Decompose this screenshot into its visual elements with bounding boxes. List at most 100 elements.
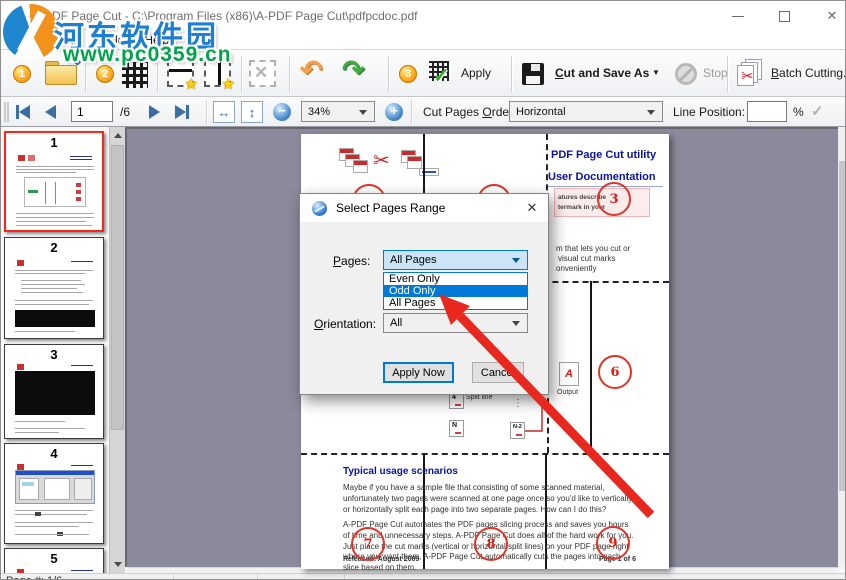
- maximize-button[interactable]: [761, 1, 807, 31]
- cancel-button[interactable]: Cancel: [472, 362, 524, 383]
- last-page-button[interactable]: [175, 102, 189, 121]
- cut-and-save-button[interactable]: Cut and Save As: [555, 66, 649, 80]
- apply-now-button[interactable]: Apply Now: [383, 362, 454, 383]
- thumbnail-code-block: [15, 310, 95, 327]
- diagram-page-n: N: [449, 420, 464, 437]
- callout-circle-7: 7: [351, 527, 385, 561]
- page-total-label: /6: [120, 105, 130, 119]
- pages-label: Pages:: [333, 254, 370, 268]
- scrollbar-thumb[interactable]: [839, 161, 846, 491]
- stop-label: Stop: [703, 66, 728, 80]
- doc-section-heading: Typical usage scenarios: [343, 466, 458, 477]
- doc-title-1: PDF Page Cut utility: [551, 149, 656, 161]
- scrollbar-thumb[interactable]: [111, 145, 124, 430]
- pages-select-value: All Pages: [390, 254, 436, 266]
- dialog-close-button[interactable]: ✕: [516, 194, 548, 222]
- cut-line-vertical[interactable]: [590, 281, 592, 453]
- star-icon: ★: [185, 75, 198, 93]
- pdf-logo-icons: ✂: [339, 146, 459, 178]
- cut-pages-order-value: Horizontal: [516, 106, 566, 118]
- option-odd-only[interactable]: Odd Only: [384, 285, 527, 297]
- maximize-icon: [779, 11, 790, 22]
- menu-rule[interactable]: Rule: [94, 32, 131, 48]
- first-page-icon: [19, 105, 30, 119]
- menu-help[interactable]: Help: [138, 32, 175, 48]
- delete-line-button[interactable]: ✕: [249, 60, 276, 87]
- separator: [388, 56, 389, 92]
- first-page-button[interactable]: [16, 102, 30, 121]
- scroll-down-icon[interactable]: [114, 562, 122, 567]
- chevron-down-icon: [512, 321, 520, 326]
- orientation-select[interactable]: All: [383, 313, 528, 333]
- horizontal-line-icon: [169, 69, 192, 72]
- add-vertical-line-button[interactable]: ★: [204, 60, 231, 87]
- previous-page-button[interactable]: [45, 102, 56, 121]
- thumbnail-number: 4: [5, 446, 103, 461]
- menu-file[interactable]: File: [3, 32, 34, 48]
- menu-bar: File Action Rule Help: [1, 31, 846, 49]
- thumbnail-panel: 1 2: [1, 127, 109, 573]
- stop-button[interactable]: [675, 63, 697, 85]
- option-even-only[interactable]: Even Only: [384, 273, 527, 285]
- undo-button[interactable]: ↶: [300, 55, 323, 86]
- delete-cross-icon: ✕: [254, 63, 268, 83]
- thumbnail-page-4[interactable]: 4: [4, 443, 104, 544]
- zoom-out-button[interactable]: −: [273, 103, 291, 121]
- separator: [85, 56, 86, 92]
- save-dropdown-icon[interactable]: ▼: [652, 68, 660, 77]
- grid-cut-marks-button[interactable]: [122, 62, 148, 88]
- close-button[interactable]: ✕: [809, 1, 846, 31]
- line-position-label: Line Position:: [673, 105, 745, 119]
- fit-height-button[interactable]: ↕: [241, 101, 263, 123]
- redo-button[interactable]: ↷: [342, 55, 365, 86]
- thumbnail-page-1[interactable]: 1: [4, 131, 104, 232]
- separator: [289, 56, 290, 92]
- vertical-line-icon: [218, 62, 221, 85]
- option-all-pages[interactable]: All Pages: [384, 297, 527, 309]
- add-horizontal-line-button[interactable]: ★: [167, 60, 194, 87]
- pages-select[interactable]: All Pages: [383, 250, 528, 270]
- thumbnail-number: 1: [6, 135, 102, 150]
- thumbnail-page-2[interactable]: 2: [4, 237, 104, 339]
- pages-dropdown-list: Even Only Odd Only All Pages: [383, 272, 528, 310]
- zoom-in-button[interactable]: +: [385, 103, 403, 121]
- fit-width-button[interactable]: ↔: [213, 101, 235, 123]
- batch-cutting-button[interactable]: ✂: [737, 59, 765, 87]
- chevron-down-icon: [359, 110, 367, 115]
- minimize-button[interactable]: [715, 1, 761, 31]
- select-pages-range-dialog: Select Pages Range ✕ Pages: All Pages Ev…: [299, 193, 549, 395]
- apply-button[interactable]: ✓: [429, 61, 457, 87]
- zoom-select[interactable]: 34%: [301, 101, 375, 122]
- thumbnail-page-3[interactable]: 3: [4, 344, 104, 439]
- cut-pages-order-label: Cut Pages Order:: [423, 105, 516, 119]
- menu-action[interactable]: Action: [38, 32, 83, 48]
- thumbnail-page-5[interactable]: 5: [4, 548, 104, 573]
- thumbnail-code-block: [15, 371, 95, 415]
- ellipsis-dots-icon: ⋮: [513, 398, 523, 409]
- callout-circle-8: 8: [474, 527, 508, 561]
- next-page-button[interactable]: [149, 102, 160, 121]
- open-arrow-icon: ↷: [68, 54, 81, 72]
- save-floppy-icon[interactable]: [522, 63, 544, 85]
- batch-cutting-label[interactable]: Batch Cutting...: [771, 66, 846, 80]
- percent-label: %: [793, 105, 804, 119]
- apply-label[interactable]: Apply: [461, 66, 491, 80]
- cut-pages-order-select[interactable]: Horizontal: [509, 101, 663, 122]
- chevron-down-icon: [512, 258, 520, 263]
- thumbnail-scrollbar[interactable]: [109, 127, 125, 573]
- scissors-icon: ✂: [741, 67, 754, 85]
- main-vertical-scrollbar[interactable]: [838, 127, 846, 567]
- scroll-up-icon[interactable]: [114, 133, 122, 138]
- page-number-input[interactable]: [71, 101, 113, 122]
- cut-mark-horizontal[interactable]: [301, 453, 669, 455]
- doc-intro-line: onveniently: [556, 264, 596, 273]
- line-position-input[interactable]: [747, 101, 787, 122]
- confirm-position-button[interactable]: ✓: [811, 102, 824, 120]
- thumbnail-number: 5: [5, 551, 103, 566]
- toolbar-grip: [4, 102, 6, 122]
- star-icon: ★: [222, 75, 235, 93]
- split-line-label: Split line: [466, 394, 492, 401]
- window-title: A-PDF Page Cut - C:\Program Files (x86)\…: [32, 9, 417, 23]
- doc-paragraph-1: Maybe if you have a sample file that con…: [343, 483, 637, 515]
- open-file-button[interactable]: ↷: [45, 61, 77, 85]
